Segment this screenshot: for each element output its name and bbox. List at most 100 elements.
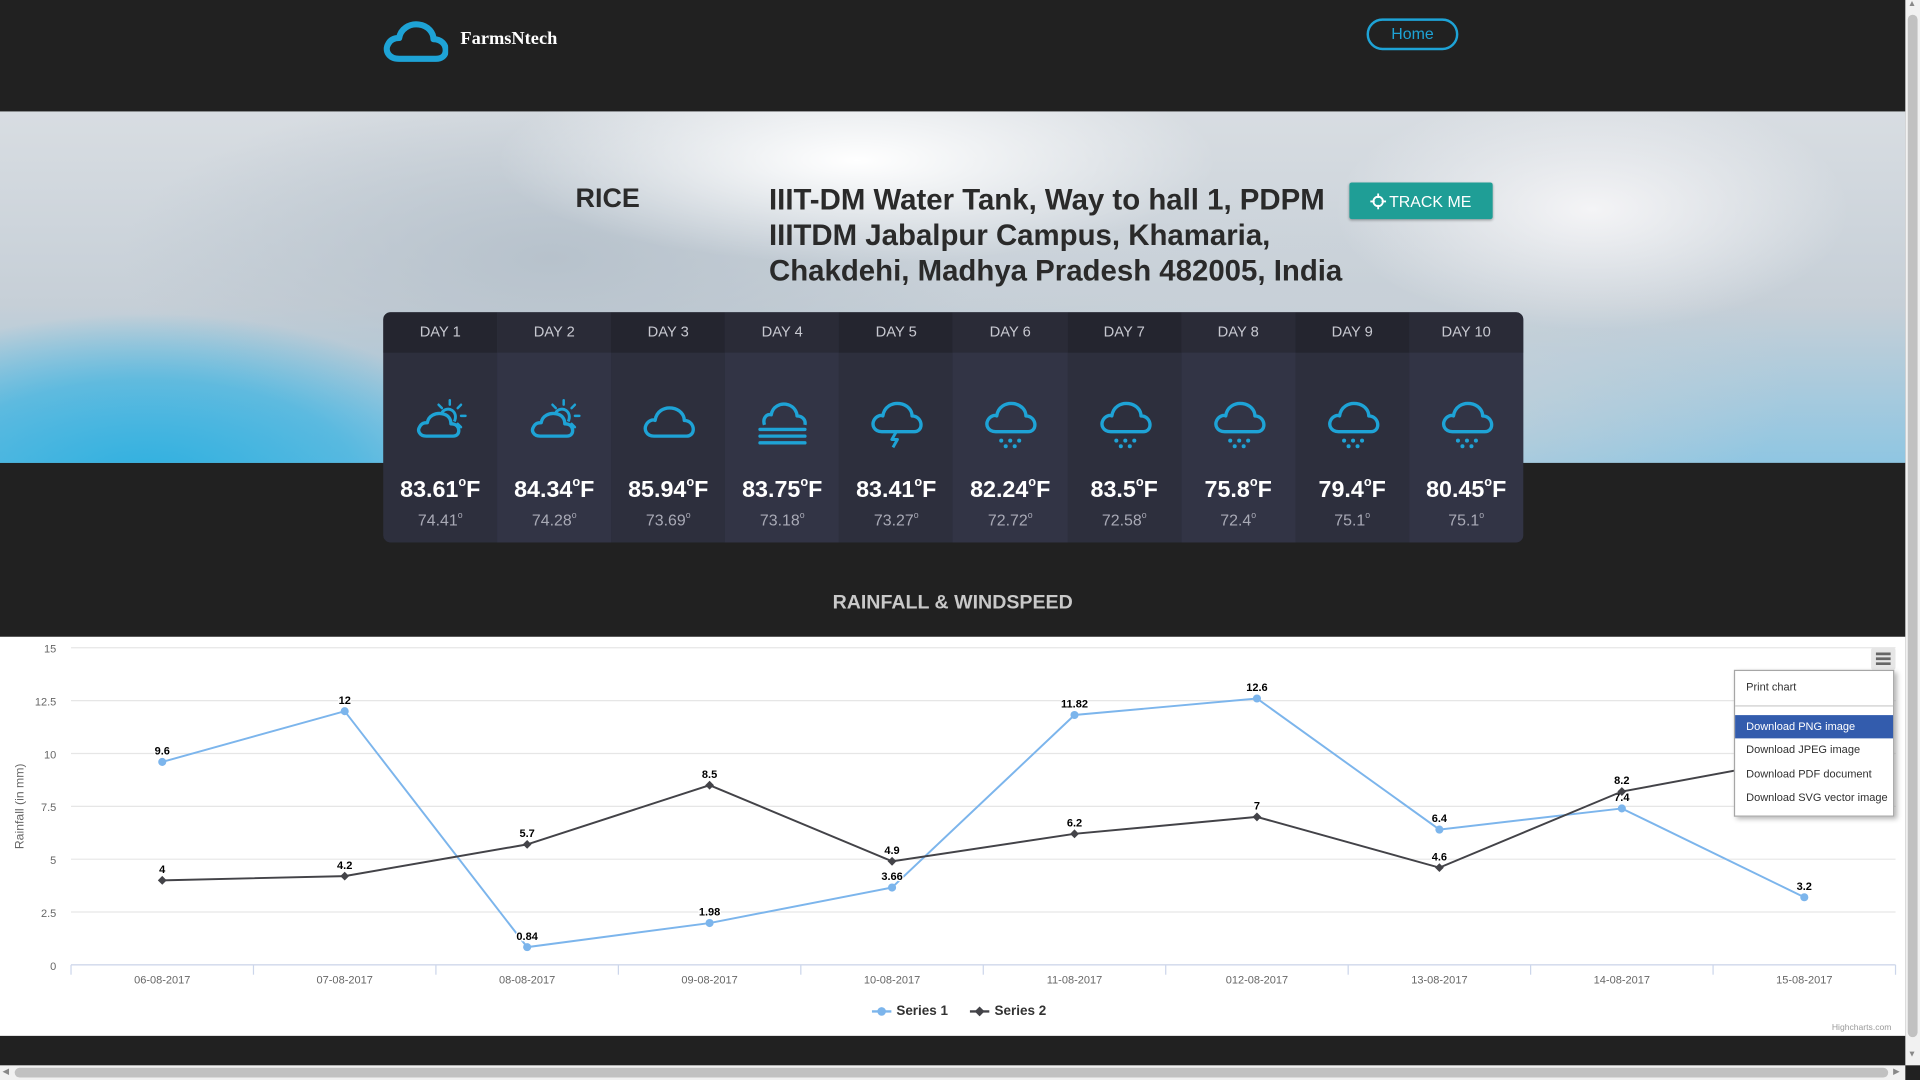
forecast-min-temp: 72.58o xyxy=(1067,511,1181,529)
series-2-point xyxy=(1070,829,1079,839)
max-temp-value: 80.45 xyxy=(1426,477,1485,504)
degree-symbol: o xyxy=(1141,510,1147,521)
chart-menu-icon[interactable] xyxy=(1871,647,1896,670)
series-2-line xyxy=(162,756,1805,882)
x-tick-label: 11-08-2017 xyxy=(1047,974,1103,986)
forecast-max-temp: 83.5oF xyxy=(1067,476,1181,504)
legend-label-series-2: Series 2 xyxy=(994,1004,1047,1019)
download-jpeg-item[interactable]: Download JPEG image xyxy=(1735,738,1893,761)
forecast-max-temp: 83.41oF xyxy=(839,476,953,504)
location-address: IIIT-DM Water Tank, Way to hall 1, PDPM … xyxy=(768,183,1343,288)
temp-unit: F xyxy=(1257,477,1272,504)
track-me-button[interactable]: TRACK ME xyxy=(1349,182,1493,220)
series-2-point xyxy=(522,839,532,849)
series-2-point xyxy=(1434,863,1444,873)
min-temp-value: 72.4 xyxy=(1220,510,1252,530)
chart-section-title: RAINFALL & WINDSPEED xyxy=(832,592,1073,614)
max-temp-value: 85.94 xyxy=(628,477,687,504)
y-tick-label: 5 xyxy=(50,855,56,867)
scroll-left-icon[interactable]: ◀ xyxy=(2,1067,9,1077)
horizontal-scroll-thumb[interactable] xyxy=(14,1067,1889,1078)
series-2-data-label: 6.2 xyxy=(1067,817,1082,829)
min-temp-value: 73.69 xyxy=(645,510,686,530)
temp-unit: F xyxy=(808,477,823,504)
x-tick-label: 15-08-2017 xyxy=(1776,974,1832,986)
max-temp-value: 83.75 xyxy=(742,477,801,504)
temp-unit: F xyxy=(922,477,937,504)
temp-unit: F xyxy=(1036,477,1051,504)
forecast-day-4: DAY 4 83.75oF 73.18o xyxy=(725,312,840,543)
temp-unit: F xyxy=(580,477,595,504)
forecast-min-temp: 75.1o xyxy=(1409,511,1523,529)
partly-sunny-icon xyxy=(530,398,581,438)
forecast-max-temp: 80.45oF xyxy=(1409,476,1523,504)
legend-item-series-1[interactable]: Series 1 xyxy=(871,1004,948,1019)
max-temp-value: 82.24 xyxy=(970,477,1029,504)
temp-unit: F xyxy=(1143,477,1158,504)
download-svg-item[interactable]: Download SVG vector image xyxy=(1735,786,1893,809)
min-temp-value: 72.58 xyxy=(1101,510,1142,530)
forecast-max-temp: 75.8oF xyxy=(1181,476,1295,504)
series-1-data-label: 3.2 xyxy=(1797,881,1812,893)
snow-icon xyxy=(1327,401,1380,449)
brand-name[interactable]: FarmsNtech xyxy=(460,29,557,50)
horizontal-scrollbar[interactable]: ◀ ▶ xyxy=(0,1065,1906,1080)
scroll-up-icon[interactable]: ▲ xyxy=(1908,0,1916,9)
degree-symbol: o xyxy=(1479,510,1485,521)
snow-icon xyxy=(985,401,1038,449)
series-1-data-label: 9.6 xyxy=(155,746,170,758)
download-pdf-item[interactable]: Download PDF document xyxy=(1735,763,1893,786)
forecast-max-temp: 79.4oF xyxy=(1295,476,1409,504)
min-temp-value: 75.1 xyxy=(1334,510,1366,530)
series-2-point xyxy=(887,856,897,866)
home-button[interactable]: Home xyxy=(1366,18,1459,51)
partly-sunny-icon xyxy=(416,398,467,438)
scroll-down-icon[interactable]: ▼ xyxy=(1908,1051,1916,1060)
series-2-data-label: 4.2 xyxy=(337,860,352,872)
series-2-data-label: 8.5 xyxy=(702,769,717,781)
highcharts-credits[interactable]: Highcharts.com xyxy=(1832,1024,1892,1033)
track-me-label: TRACK ME xyxy=(1389,191,1472,211)
max-temp-value: 75.8 xyxy=(1204,477,1250,504)
series-2-data-label: 5.7 xyxy=(519,828,534,840)
forecast-max-temp: 83.61oF xyxy=(383,476,497,504)
forecast-day-label: DAY 5 xyxy=(839,312,954,353)
series-1-data-label: 6.4 xyxy=(1432,813,1448,825)
max-temp-value: 83.61 xyxy=(400,477,459,504)
degree-symbol: o xyxy=(572,476,581,490)
vertical-scroll-thumb[interactable] xyxy=(1907,14,1918,1038)
series-2-data-label: 4 xyxy=(159,864,166,876)
temp-unit: F xyxy=(694,477,709,504)
degree-symbol: o xyxy=(458,476,467,490)
legend-item-series-2[interactable]: Series 2 xyxy=(970,1004,1046,1019)
degree-symbol: o xyxy=(571,510,577,521)
degree-symbol: o xyxy=(1484,476,1493,490)
series-1-point xyxy=(1435,825,1444,834)
series-2-data-label: 7 xyxy=(1254,801,1260,813)
series-1-point xyxy=(523,943,532,952)
scroll-right-icon[interactable]: ▶ xyxy=(1893,1067,1900,1077)
temp-unit: F xyxy=(1371,477,1386,504)
degree-symbol: o xyxy=(799,510,805,521)
forecast-day-label: DAY 2 xyxy=(497,312,612,353)
forecast-day-8: DAY 8 75.8oF 72.4o xyxy=(1181,312,1296,543)
degree-symbol: o xyxy=(914,476,923,490)
download-png-item[interactable]: Download PNG image xyxy=(1735,715,1894,739)
degree-symbol: o xyxy=(1251,510,1257,521)
cloud-logo-icon[interactable] xyxy=(382,20,449,64)
print-chart-item[interactable]: Print chart xyxy=(1735,676,1893,699)
vertical-scrollbar[interactable]: ▲ ▼ xyxy=(1905,0,1920,1066)
snow-icon xyxy=(1441,401,1494,449)
forecast-min-temp: 74.41o xyxy=(383,511,497,529)
min-temp-value: 73.18 xyxy=(759,510,800,530)
forecast-day-label: DAY 1 xyxy=(383,312,498,353)
rainfall-windspeed-chart: 0 2.5 5 7.5 10 12.5 15 06-08-2017 07-08-2017 08-0… xyxy=(0,636,1906,1036)
series-1-point xyxy=(1070,710,1079,720)
forecast-day-label: DAY 4 xyxy=(725,312,840,353)
series-1-point xyxy=(158,757,167,766)
chart-svg: 0 2.5 5 7.5 10 12.5 15 06-08-2017 07-08-2017 08-0… xyxy=(12,644,1897,986)
min-temp-value: 74.41 xyxy=(417,510,458,530)
min-temp-value: 75.1 xyxy=(1448,510,1480,530)
forecast-day-label: DAY 7 xyxy=(1067,312,1182,353)
x-tick-label: 07-08-2017 xyxy=(317,974,373,986)
